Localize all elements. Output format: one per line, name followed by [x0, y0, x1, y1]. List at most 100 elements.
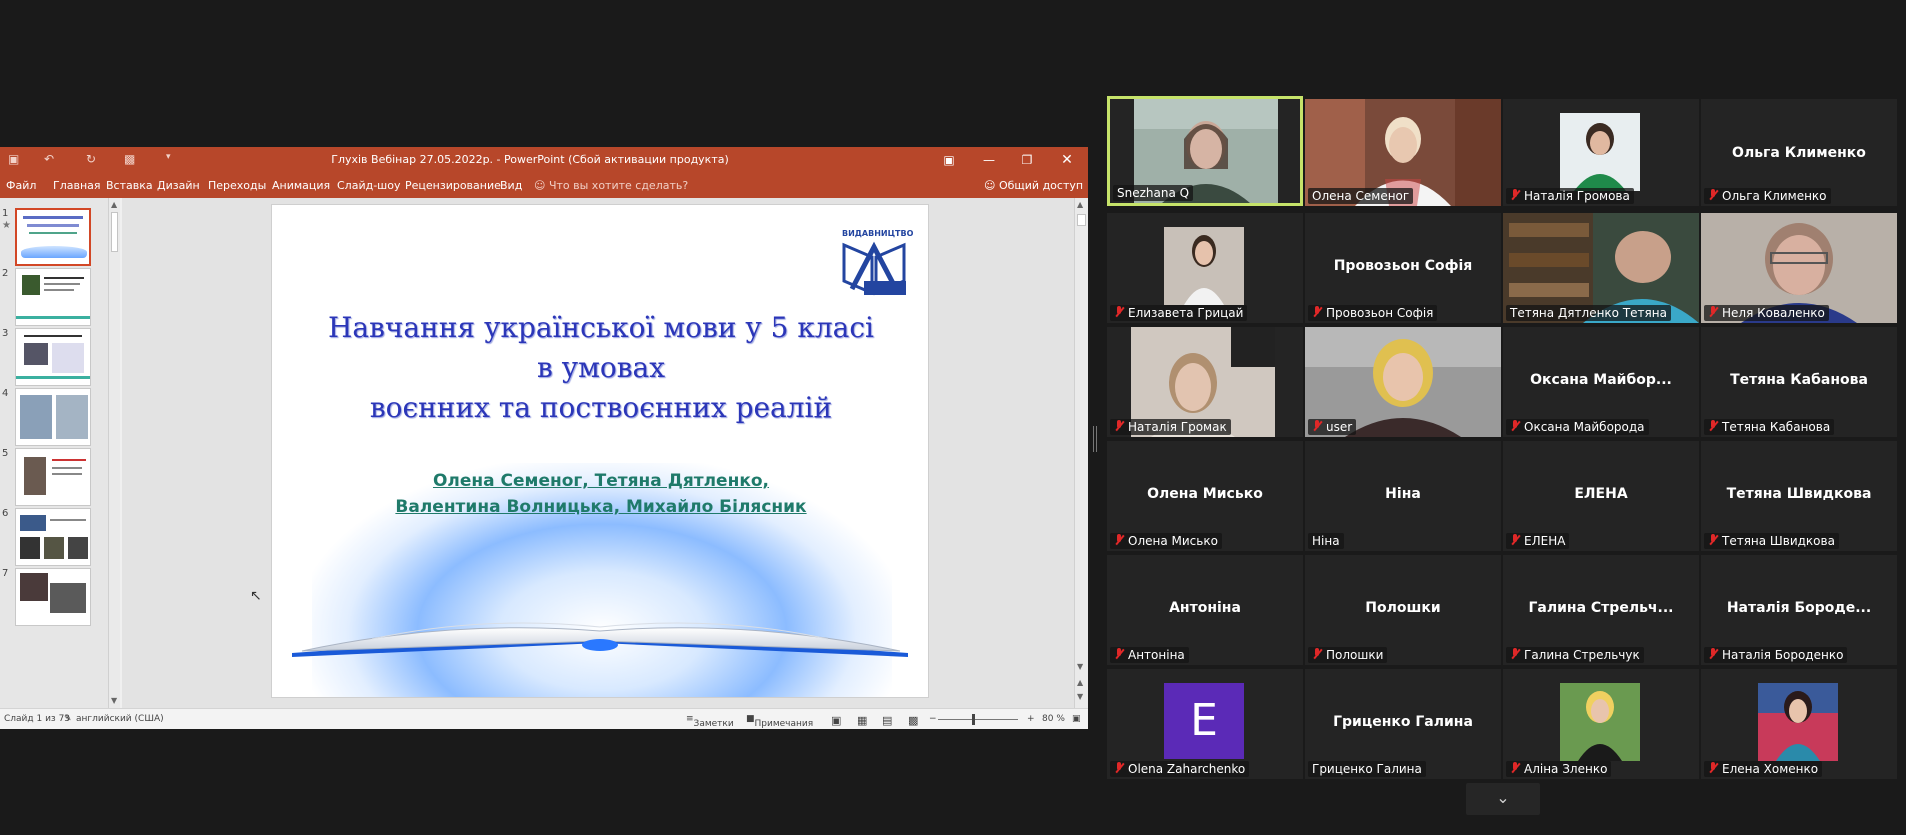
ribbon-display-icon[interactable]: ▣ [934, 150, 964, 170]
chevron-down-icon: ⌄ [1496, 788, 1510, 807]
scroll-up-icon[interactable]: ▲ [111, 200, 117, 209]
participant-display-name: Галина Стрельч... [1528, 600, 1674, 616]
participant-tile[interactable]: Тетяна Кабанова Тетяна Кабанова [1701, 327, 1897, 437]
muted-mic-icon [1312, 306, 1322, 318]
participant-tile[interactable]: Ольга Клименко Ольга Клименко [1701, 99, 1897, 206]
participant-name: user [1308, 419, 1357, 435]
normal-view-icon[interactable]: ▣ [831, 714, 841, 727]
slide-title-line-1: Навчання української мови у 5 класі [328, 311, 874, 344]
scroll-down-icon[interactable]: ▼ [111, 696, 117, 705]
zoom-out-icon[interactable]: − [929, 714, 937, 724]
prev-slide-icon[interactable]: ▲ [1077, 678, 1083, 687]
zoom-slider[interactable] [938, 719, 1018, 720]
slide-thumbnail-6[interactable] [15, 508, 91, 566]
scroll-down-icon[interactable]: ▼ [1077, 662, 1083, 671]
thumb-number: 6 [2, 508, 9, 519]
restore-icon[interactable]: ❐ [1012, 150, 1042, 170]
slide-scrollbar[interactable]: ▲ ▼ ▲ ▼ [1074, 198, 1088, 708]
zoom-slider-knob[interactable] [972, 714, 975, 725]
tab-transitions[interactable]: Переходы [208, 179, 266, 192]
window-title: Глухів Вебінар 27.05.2022р. - PowerPoint… [331, 153, 729, 166]
share-label: Общий доступ [998, 179, 1084, 192]
participant-name: Наталія Громова [1506, 188, 1634, 204]
slide-sorter-icon[interactable]: ▦ [857, 714, 867, 727]
participant-display-name: Оксана Майбор... [1530, 372, 1672, 388]
participant-tile[interactable]: user [1305, 327, 1501, 437]
slide-thumbnail-7[interactable] [15, 568, 91, 626]
slideshow-view-icon[interactable]: ▩ [908, 714, 918, 727]
next-slide-icon[interactable]: ▼ [1077, 692, 1083, 701]
customize-qat-icon[interactable]: ▾ [166, 152, 171, 162]
participant-tile[interactable]: Олена Семеног [1305, 99, 1501, 206]
slide-title-line-3: воєнних та поствоєнних реалій [369, 391, 833, 424]
participant-tile[interactable]: Галина Стрельч... Галина Стрельчук [1503, 555, 1699, 665]
muted-mic-icon [1312, 420, 1322, 432]
participant-tile[interactable]: Елизавета Грицай [1107, 213, 1303, 323]
muted-mic-icon [1510, 420, 1520, 432]
participant-tile[interactable]: Гриценко Галина Гриценко Галина [1305, 669, 1501, 779]
participant-name: Тетяна Дятленко Тетяна [1506, 305, 1671, 321]
participant-display-name: ЕЛЕНА [1574, 486, 1628, 502]
slide-thumbnail-5[interactable] [15, 448, 91, 506]
slideshow-icon[interactable]: ▩ [124, 152, 135, 166]
slide-thumbnail-4[interactable] [15, 388, 91, 446]
participant-tile[interactable]: Аліна Зленко [1503, 669, 1699, 779]
split-view-handle[interactable] [1093, 426, 1097, 452]
tell-me-box[interactable]: ☺ Что вы хотите сделать? [534, 179, 688, 192]
reading-view-icon[interactable]: ▤ [882, 714, 892, 727]
person-icon: ☺ [984, 179, 996, 192]
participant-tile[interactable]: Ніна Ніна [1305, 441, 1501, 551]
tab-insert[interactable]: Вставка [106, 179, 153, 192]
participant-tile[interactable]: ЕЛЕНА ЕЛЕНА [1503, 441, 1699, 551]
participant-tile[interactable]: Оксана Майбор... Оксана Майборода [1503, 327, 1699, 437]
save-icon[interactable]: ▣ [8, 152, 19, 166]
participant-tile[interactable]: Неля Коваленко [1701, 213, 1897, 323]
participant-tile[interactable]: E Olena Zaharchenko [1107, 669, 1303, 779]
participant-tile[interactable]: Провозьон Софія Провозьон Софія [1305, 213, 1501, 323]
participant-tile[interactable]: Елена Хоменко [1701, 669, 1897, 779]
scroll-up-icon[interactable]: ▲ [1077, 200, 1083, 209]
participant-tile[interactable]: Наталія Громак [1107, 327, 1303, 437]
gallery-next-page-button[interactable]: ⌄ [1466, 783, 1540, 815]
thumb-number: 2 [2, 268, 9, 279]
zoom-in-icon[interactable]: + [1027, 714, 1035, 724]
tab-file[interactable]: Файл [6, 179, 36, 192]
undo-icon[interactable]: ↶ [44, 152, 54, 166]
current-slide[interactable]: ВИДАВНИЦТВО Навчання української мови у … [271, 204, 929, 698]
participant-tile[interactable]: Тетяна Швидкова Тетяна Швидкова [1701, 441, 1897, 551]
scroll-thumb[interactable] [111, 212, 118, 252]
scroll-thumb[interactable] [1077, 214, 1086, 226]
comments-button[interactable]: ■ Примечания [746, 714, 813, 729]
tab-design[interactable]: Дизайн [157, 179, 200, 192]
tab-slideshow[interactable]: Слайд-шоу [337, 179, 400, 192]
redo-icon[interactable]: ↻ [86, 152, 96, 166]
participant-name: Аліна Зленко [1506, 761, 1612, 777]
tab-view[interactable]: Вид [500, 179, 522, 192]
tab-review[interactable]: Рецензирование [405, 179, 501, 192]
tab-home[interactable]: Главная [53, 179, 101, 192]
fit-slide-icon[interactable]: ▣ [1072, 714, 1081, 724]
minimize-icon[interactable]: — [974, 150, 1004, 170]
spellcheck-icon[interactable]: ✎ [64, 714, 72, 724]
participant-tile[interactable]: Тетяна Дятленко Тетяна [1503, 213, 1699, 323]
close-icon[interactable]: ✕ [1052, 150, 1082, 170]
participant-tile[interactable]: Полошки Полошки [1305, 555, 1501, 665]
slide-thumbnail-3[interactable] [15, 328, 91, 386]
participant-tile[interactable]: Наталія Бороде... Наталія Бороденко [1701, 555, 1897, 665]
slide-thumbnail-1[interactable] [15, 208, 91, 266]
participant-name: Наталія Громак [1110, 419, 1231, 435]
zoom-level[interactable]: 80 % [1042, 714, 1065, 724]
participant-tile[interactable]: Антоніна Антоніна [1107, 555, 1303, 665]
notes-button[interactable]: ≡ Заметки [686, 714, 734, 729]
participant-tile[interactable]: Наталія Громова [1503, 99, 1699, 206]
participant-tile[interactable]: Snezhana Q [1107, 96, 1303, 206]
slide-thumbnail-2[interactable] [15, 268, 91, 326]
language-indicator[interactable]: английский (США) [76, 714, 164, 724]
tab-animation[interactable]: Анимация [272, 179, 330, 192]
muted-mic-icon [1708, 762, 1718, 774]
participant-tile[interactable]: Олена Мисько Олена Мисько [1107, 441, 1303, 551]
share-button[interactable]: ☺ Общий доступ [984, 179, 1083, 192]
thumbnail-scrollbar[interactable]: ▲ ▼ [108, 198, 120, 708]
screen: ▣ ↶ ↻ ▩ ▾ Глухів Вебінар 27.05.2022р. - … [0, 0, 1906, 835]
participant-name: Провозьон Софія [1308, 305, 1438, 321]
